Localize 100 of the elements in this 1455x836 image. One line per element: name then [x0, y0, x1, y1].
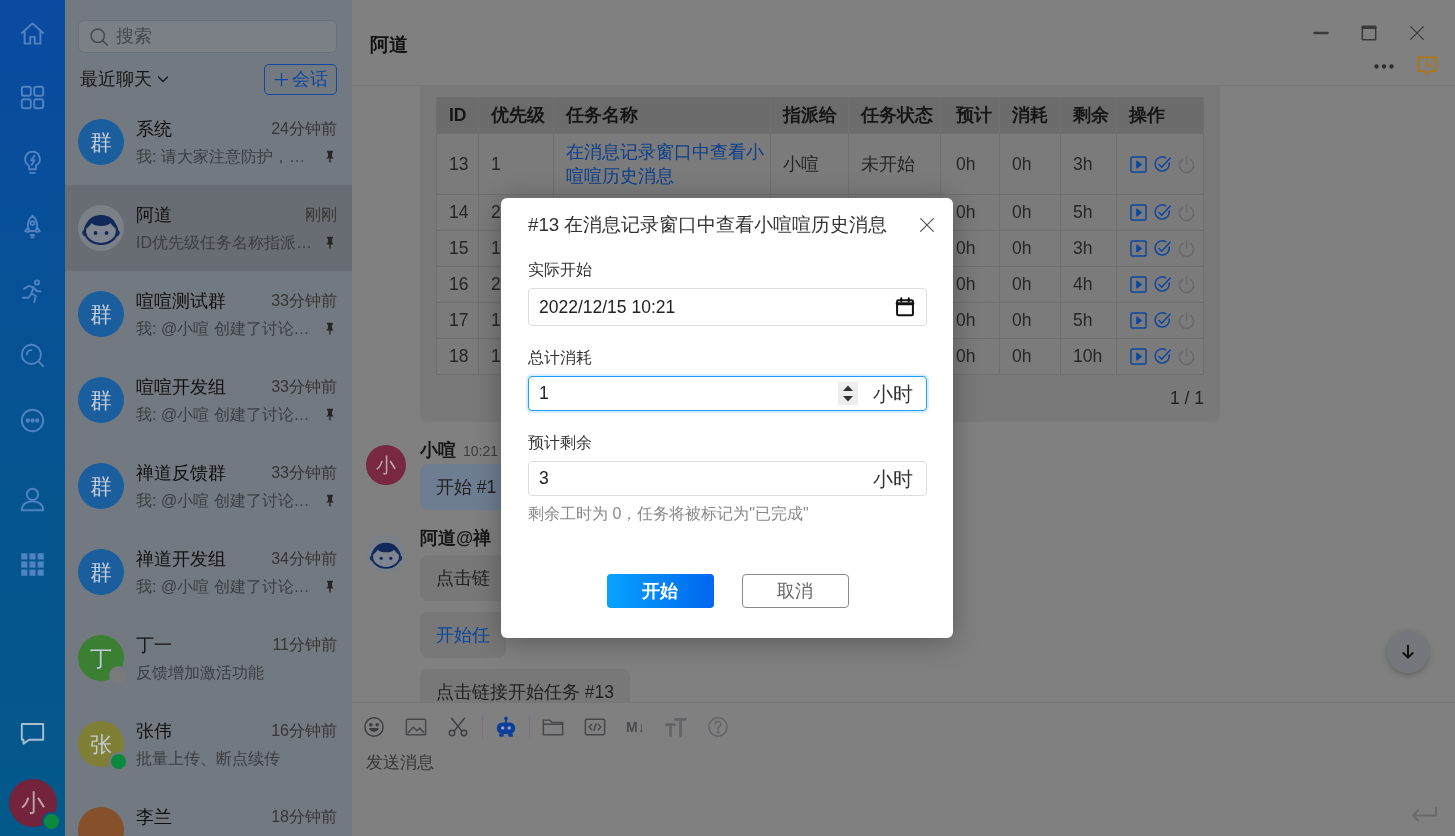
column-header: 操作: [1116, 97, 1204, 134]
chat-time: 11分钟前: [272, 634, 337, 655]
table-cell: 小喧: [770, 133, 849, 195]
more-icon[interactable]: [1374, 63, 1394, 69]
avatar: 张: [78, 721, 124, 767]
close-icon[interactable]: [919, 217, 935, 233]
column-header: 预计: [940, 97, 1000, 134]
scissors-icon[interactable]: [447, 715, 469, 738]
table-cell: 5h: [1060, 194, 1117, 231]
column-header: 剩余: [1060, 97, 1117, 134]
search-field[interactable]: 搜索: [78, 20, 337, 53]
play-square-icon[interactable]: [1129, 347, 1148, 366]
column-header: 指派给: [770, 97, 849, 134]
message-preview: 我: @小喧 创建了讨论…: [136, 576, 310, 597]
arrow-down-icon: [1400, 644, 1416, 660]
table-cell: 17: [436, 302, 479, 339]
datetime-field[interactable]: 2022/12/15 10:21: [528, 288, 927, 326]
spinner-icon[interactable]: [838, 382, 858, 405]
text-size-icon[interactable]: [664, 716, 687, 737]
avatar: 群: [78, 291, 124, 337]
chat-time: 33分钟前: [271, 462, 337, 483]
user-icon[interactable]: [19, 486, 46, 514]
table-cell: 3h: [1060, 230, 1117, 267]
robot-icon[interactable]: [495, 715, 517, 738]
start-button[interactable]: 开始: [606, 574, 714, 608]
check-circle-icon[interactable]: [1153, 239, 1172, 258]
close-icon[interactable]: [1409, 25, 1425, 41]
check-circle-icon[interactable]: [1153, 154, 1172, 174]
maximize-icon[interactable]: [1361, 25, 1377, 41]
chat-name: 张伟: [136, 719, 172, 743]
table-cell: 10h: [1060, 338, 1117, 375]
search-icon: [89, 26, 109, 47]
table-cell: 16: [436, 266, 479, 303]
dots-grid-icon[interactable]: [19, 550, 46, 578]
avatar: 群: [78, 119, 124, 165]
magnifier-icon[interactable]: [19, 342, 46, 370]
avatar: 群: [78, 377, 124, 423]
column-header: 任务名称: [553, 97, 771, 134]
smiley-icon[interactable]: [363, 715, 385, 738]
table-cell: 15: [436, 230, 479, 267]
avatar: 小: [366, 445, 406, 485]
table-cell: 0h: [999, 133, 1061, 195]
chat-list-item[interactable]: 群 禅道反馈群 33分钟前 我: @小喧 创建了讨论…: [65, 443, 352, 529]
check-circle-icon[interactable]: [1153, 347, 1172, 366]
chat-name: 喧喧测试群: [136, 289, 226, 313]
chat-list-item[interactable]: 群 系统 24分钟前 我: 请大家注意防护，…: [65, 99, 352, 185]
four-squares-icon[interactable]: [19, 84, 46, 112]
scroll-down-button[interactable]: [1387, 631, 1429, 673]
image-icon[interactable]: [405, 716, 427, 737]
calendar-icon[interactable]: [895, 297, 915, 317]
table-cell: 4h: [1060, 266, 1117, 303]
avatar: 丁: [78, 635, 124, 681]
chat-list-item[interactable]: 群 喧喧开发组 33分钟前 我: @小喧 创建了讨论…: [65, 357, 352, 443]
check-circle-icon[interactable]: [1153, 275, 1172, 294]
column-header: ID: [436, 97, 479, 134]
chat-list-item[interactable]: 丁 丁一 11分钟前 反馈增加激活功能: [65, 615, 352, 701]
table-cell: 14: [436, 194, 479, 231]
play-square-icon[interactable]: [1129, 203, 1148, 222]
chat-name: 系统: [136, 117, 172, 141]
message-bubble: 点击链接开始任务 #13: [420, 669, 631, 702]
avatar: 小: [8, 779, 57, 827]
cancel-button[interactable]: 取消: [741, 574, 849, 608]
message-time: 10:21: [463, 442, 499, 461]
table-cell: 0h: [999, 266, 1061, 303]
play-square-icon[interactable]: [1129, 275, 1148, 294]
cartoon-face-icon: [366, 534, 406, 574]
chat-list-item[interactable]: 李兰 18分钟前: [65, 787, 352, 836]
chat-time: 33分钟前: [271, 376, 337, 397]
chat-list-item[interactable]: 群 禅道开发组 34分钟前 我: @小喧 创建了讨论…: [65, 529, 352, 615]
message-preview: 我: 请大家注意防护，…: [136, 146, 305, 167]
avatar: 群: [78, 549, 124, 595]
chat-name: 阿道: [136, 203, 172, 227]
chat-time: 18分钟前: [271, 806, 337, 827]
table-cell: 0h: [999, 302, 1061, 339]
check-circle-icon[interactable]: [1153, 203, 1172, 222]
chat-name: 禅道反馈群: [136, 461, 226, 485]
home-icon[interactable]: [19, 19, 46, 47]
message-input[interactable]: 发送消息: [352, 750, 1455, 802]
table-cell: 0h: [999, 338, 1061, 375]
sender-name: 小喧: [420, 439, 456, 461]
message-preview: 我: @小喧 创建了讨论…: [136, 318, 310, 339]
cartoon-face-icon: [78, 205, 124, 251]
play-square-icon[interactable]: [1129, 311, 1148, 330]
code-icon[interactable]: [584, 716, 606, 737]
chat-list-item[interactable]: 群 喧喧测试群 33分钟前 我: @小喧 创建了讨论…: [65, 271, 352, 357]
field-label: 预计剩余: [528, 432, 593, 453]
table-cell: 13: [436, 133, 479, 195]
column-header: 优先级: [478, 97, 554, 134]
chevron-down-icon: [157, 76, 169, 83]
page-indicator: 1 / 1: [1169, 387, 1204, 411]
column-header: 消耗: [999, 97, 1061, 134]
help-text: 剩余工时为 0，任务将被标记为"已完成": [528, 504, 810, 524]
recent-chats-dropdown[interactable]: 最近聊天: [80, 66, 169, 93]
play-square-icon[interactable]: [1129, 154, 1148, 174]
minimize-icon[interactable]: [1313, 31, 1329, 35]
help-icon[interactable]: [706, 715, 729, 738]
folder-icon[interactable]: [542, 716, 564, 737]
play-square-icon[interactable]: [1129, 239, 1148, 258]
check-circle-icon[interactable]: [1153, 311, 1172, 330]
dots-circle-icon[interactable]: [19, 406, 46, 434]
